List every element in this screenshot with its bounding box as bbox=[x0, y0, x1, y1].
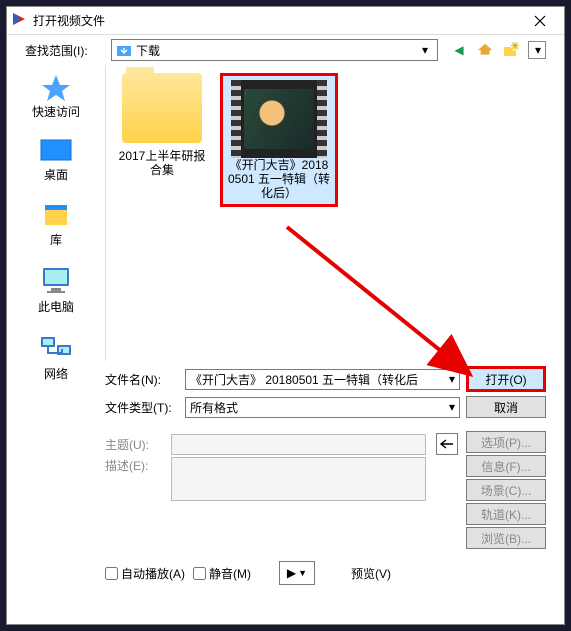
toolbar: 查找范围(I): 下载 ▾ ◀ ✳ ▾ bbox=[7, 35, 564, 65]
info-button[interactable]: 信息(F)... bbox=[466, 455, 546, 477]
new-folder-icon[interactable]: ✳ bbox=[502, 41, 520, 59]
place-this-pc[interactable]: 此电脑 bbox=[38, 266, 74, 315]
filetype-value: 所有格式 bbox=[190, 399, 238, 416]
desc-label: 描述(E): bbox=[105, 457, 165, 474]
chevron-down-icon: ▾ bbox=[535, 41, 541, 59]
place-label: 库 bbox=[50, 231, 62, 248]
options-button[interactable]: 选项(P)... bbox=[466, 431, 546, 453]
close-button[interactable] bbox=[520, 9, 560, 33]
subject-label: 主题(U): bbox=[105, 436, 165, 453]
dropdown-caret-icon: ▾ bbox=[417, 43, 433, 57]
back-arrow-button[interactable] bbox=[436, 433, 458, 455]
download-folder-icon bbox=[116, 42, 132, 58]
svg-text:✳: ✳ bbox=[510, 42, 519, 53]
place-desktop[interactable]: 桌面 bbox=[39, 138, 73, 183]
mute-checkbox[interactable]: 静音(M) bbox=[193, 565, 251, 582]
mute-label: 静音(M) bbox=[209, 565, 251, 582]
open-file-dialog: 打开视频文件 查找范围(I): 下载 ▾ ◀ ✳ ▾ 快速访问 bbox=[6, 6, 565, 625]
browse-button[interactable]: 浏览(B)... bbox=[466, 527, 546, 549]
filetype-combo[interactable]: 所有格式 ▾ bbox=[185, 397, 460, 418]
track-button[interactable]: 轨道(K)... bbox=[466, 503, 546, 525]
titlebar: 打开视频文件 bbox=[7, 7, 564, 35]
side-buttons: 选项(P)... 信息(F)... 场景(C)... 轨道(K)... 浏览(B… bbox=[466, 431, 546, 549]
place-label: 网络 bbox=[44, 365, 68, 382]
app-icon bbox=[11, 11, 27, 30]
cancel-button[interactable]: 取消 bbox=[466, 396, 546, 418]
lookin-label: 查找范围(I): bbox=[25, 42, 107, 59]
scene-button[interactable]: 场景(C)... bbox=[466, 479, 546, 501]
lookin-combo[interactable]: 下载 ▾ bbox=[111, 39, 438, 61]
file-item-video-selected[interactable]: 《开门大吉》20180501 五一特辑（转化后） bbox=[220, 73, 338, 207]
places-bar: 快速访问 桌面 库 此电脑 网络 bbox=[7, 65, 105, 361]
file-list[interactable]: 2017上半年研报合集 《开门大吉》20180501 五一特辑（转化后） bbox=[105, 65, 564, 361]
open-button[interactable]: 打开(O) bbox=[466, 366, 546, 392]
chevron-down-icon: ▾ bbox=[449, 400, 455, 414]
bottom-panel: 文件名(N): 《开门大吉》 20180501 五一特辑（转化后 ▾ 打开(O)… bbox=[7, 361, 564, 595]
file-name: 《开门大吉》20180501 五一特辑（转化后） bbox=[227, 158, 331, 200]
place-network[interactable]: 网络 bbox=[39, 333, 73, 382]
place-label: 此电脑 bbox=[38, 298, 74, 315]
place-label: 快速访问 bbox=[32, 103, 80, 120]
dialog-title: 打开视频文件 bbox=[33, 12, 520, 29]
view-mode-button[interactable]: ▾ bbox=[528, 41, 546, 59]
filename-input[interactable]: 《开门大吉》 20180501 五一特辑（转化后 ▾ bbox=[185, 369, 460, 390]
subject-input[interactable] bbox=[171, 434, 426, 455]
filename-value: 《开门大吉》 20180501 五一特辑（转化后 bbox=[190, 371, 418, 388]
autoplay-label: 自动播放(A) bbox=[121, 565, 185, 582]
filetype-label: 文件类型(T): bbox=[105, 399, 179, 416]
filename-label: 文件名(N): bbox=[105, 371, 179, 388]
file-item-folder[interactable]: 2017上半年研报合集 bbox=[114, 73, 210, 177]
back-icon[interactable]: ◀ bbox=[450, 41, 468, 59]
chevron-down-icon: ▾ bbox=[449, 372, 455, 386]
autoplay-checkbox[interactable]: 自动播放(A) bbox=[105, 565, 185, 582]
place-label: 桌面 bbox=[44, 166, 68, 183]
video-thumbnail bbox=[231, 80, 327, 158]
desc-input[interactable] bbox=[171, 457, 426, 501]
preview-label: 预览(V) bbox=[351, 565, 391, 582]
place-libraries[interactable]: 库 bbox=[39, 201, 73, 248]
play-button[interactable]: ▶ ▼ bbox=[279, 561, 315, 585]
lookin-value: 下载 bbox=[136, 42, 417, 59]
place-quick-access[interactable]: 快速访问 bbox=[32, 73, 80, 120]
folder-icon bbox=[122, 73, 202, 143]
up-icon[interactable] bbox=[476, 41, 494, 59]
file-name: 2017上半年研报合集 bbox=[114, 149, 210, 177]
